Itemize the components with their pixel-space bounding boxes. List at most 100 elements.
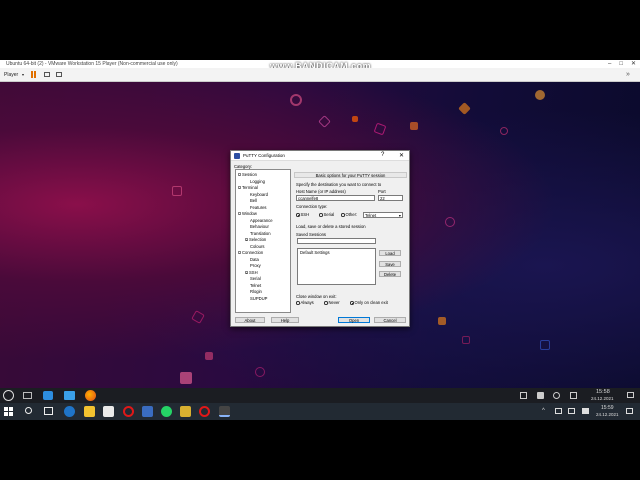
tree-item-selection[interactable]: +Selection (245, 237, 266, 242)
chevron-down-icon[interactable]: ▾ (399, 213, 401, 217)
tree-item-proxy[interactable]: Proxy (250, 263, 261, 268)
cancel-button[interactable]: Cancel (374, 317, 406, 323)
save-button[interactable]: Save (379, 261, 401, 267)
whatsapp-icon[interactable] (161, 406, 172, 417)
radio-serial[interactable]: Serial (319, 212, 334, 217)
app-icon[interactable] (180, 406, 191, 417)
files-icon[interactable] (64, 391, 75, 400)
file-explorer-icon[interactable] (84, 406, 95, 417)
edge-icon[interactable] (64, 406, 75, 417)
radio-only-clean-exit[interactable]: Only on clean exit (350, 300, 388, 305)
chevron-up-icon[interactable]: ^ (542, 408, 545, 414)
windows-start-icon[interactable] (4, 407, 13, 416)
radio-always[interactable]: Always (296, 300, 314, 305)
port-input[interactable]: 22 (378, 195, 403, 201)
tree-item-data[interactable]: Data (250, 257, 259, 262)
send-ctrl-alt-del-icon[interactable] (44, 72, 50, 77)
player-menu[interactable]: Player (4, 72, 18, 78)
tree-item-rlogin[interactable]: Rlogin (250, 289, 262, 294)
volume-icon[interactable] (537, 392, 544, 399)
session-item[interactable]: Default Settings (300, 250, 330, 255)
help-icon[interactable]: ? (381, 152, 384, 158)
dialog-title: PuTTY Configuration (243, 153, 285, 158)
radio-selected-icon[interactable] (350, 301, 354, 305)
tree-item-terminal[interactable]: - Terminal (238, 185, 258, 190)
clipboard-icon[interactable] (520, 392, 527, 399)
notifications-icon[interactable] (570, 392, 577, 399)
dropdown-icon[interactable]: ▾ (22, 72, 24, 77)
app-menu-icon[interactable] (3, 390, 14, 401)
wallpaper-shape (535, 90, 545, 100)
pause-icon[interactable] (31, 71, 33, 78)
network-icon[interactable] (553, 392, 560, 399)
store-icon[interactable] (43, 391, 53, 400)
keyboard-icon[interactable] (582, 408, 589, 414)
fullscreen-icon[interactable] (56, 72, 62, 77)
delete-button[interactable]: Delete (379, 271, 401, 277)
host-name-input[interactable]: ccannelfe8 (296, 195, 375, 201)
host-clock-date: 24.12.2021 (596, 412, 619, 417)
tree-item-window[interactable]: - Window (238, 211, 257, 216)
load-button[interactable]: Load (379, 250, 401, 256)
notification-center-icon[interactable] (626, 408, 633, 414)
tree-item-session[interactable]: - Session (238, 172, 257, 177)
radio-never[interactable]: Never (324, 300, 340, 305)
tree-item-appearance[interactable]: Appearance (250, 218, 273, 223)
close-icon[interactable]: ✕ (399, 152, 404, 159)
collapse-icon[interactable]: - (238, 251, 241, 255)
tree-item-keyboard[interactable]: Keyboard (250, 192, 268, 197)
network-icon[interactable] (555, 408, 562, 414)
tree-item-bell[interactable]: Bell (250, 198, 257, 203)
opera-icon[interactable] (123, 406, 134, 417)
wallpaper-shape (500, 127, 508, 135)
tree-item-serial[interactable]: Serial (250, 276, 261, 281)
tree-item-logging[interactable]: Logging (250, 179, 265, 184)
maximize-icon[interactable]: □ (619, 60, 623, 68)
about-button[interactable]: About (235, 317, 265, 323)
microsoft-store-icon[interactable] (103, 406, 114, 417)
tree-item-features[interactable]: Features (250, 205, 267, 210)
collapse-icon[interactable]: - (238, 173, 241, 177)
radio-selected-icon[interactable] (296, 213, 300, 217)
wallpaper-shape (462, 336, 470, 344)
collapse-icon[interactable]: - (238, 212, 241, 216)
radio-other[interactable]: Other: (341, 212, 357, 217)
other-protocol-select[interactable]: Telnet ▾ (363, 212, 403, 218)
sessions-list[interactable]: Default Settings (297, 248, 376, 285)
load-save-label: Load, save or delete a stored session (296, 224, 366, 229)
collapse-icon[interactable]: - (238, 186, 241, 190)
expand-icon[interactable]: + (245, 270, 248, 274)
task-view-icon[interactable] (44, 407, 53, 415)
help-button[interactable]: Help (271, 317, 299, 323)
connection-type-label: Connection type: (296, 204, 328, 209)
show-desktop-icon[interactable] (627, 392, 634, 398)
tree-item-translation[interactable]: Translation (250, 231, 271, 236)
minimize-icon[interactable]: – (608, 60, 611, 68)
tree-item-ssh[interactable]: +SSH (245, 270, 258, 275)
radio-icon[interactable] (324, 301, 328, 305)
volume-icon[interactable] (568, 408, 575, 414)
tree-item-connection[interactable]: - Connection (238, 250, 263, 255)
tree-item-telnet[interactable]: Telnet (250, 283, 261, 288)
host-clock-time: 15:59 (601, 405, 614, 411)
guest-taskbar: 15:58 24.12.2021 (0, 388, 640, 403)
vmware-icon[interactable] (142, 406, 153, 417)
expand-icon[interactable]: + (245, 238, 248, 242)
putty-taskbar-icon[interactable] (219, 406, 230, 417)
bandicam-icon[interactable] (199, 406, 210, 417)
radio-icon[interactable] (319, 213, 323, 217)
close-icon[interactable]: ✕ (631, 60, 636, 68)
tree-item-colours[interactable]: Colours (250, 244, 264, 249)
tree-item-supdup[interactable]: SUPDUP (250, 296, 267, 301)
firefox-icon[interactable] (85, 390, 96, 401)
radio-ssh[interactable]: SSH (296, 212, 309, 217)
open-button[interactable]: Open (338, 317, 370, 323)
tree-item-behaviour[interactable]: Behaviour (250, 224, 269, 229)
radio-icon[interactable] (296, 301, 300, 305)
wallpaper-shape (352, 116, 358, 122)
search-icon[interactable] (25, 407, 32, 414)
desktop-icon[interactable] (23, 392, 32, 399)
unity-icon[interactable]: » (626, 71, 630, 78)
radio-icon[interactable] (341, 213, 345, 217)
saved-session-input[interactable] (297, 238, 376, 244)
